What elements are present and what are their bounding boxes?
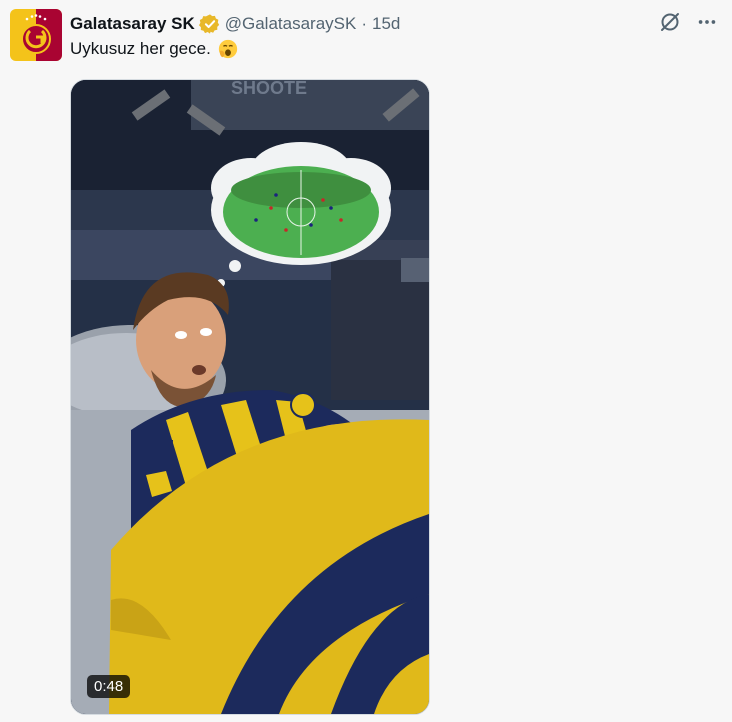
tweet-actions bbox=[658, 10, 718, 34]
separator-dot: · bbox=[361, 14, 368, 33]
tweet-text-content: Uykusuz her gece. bbox=[70, 39, 211, 58]
timestamp[interactable]: 15d bbox=[372, 14, 400, 34]
video-thumbnail: SHOOTE bbox=[71, 80, 429, 714]
wall-sign-text: SHOOTE bbox=[231, 80, 307, 98]
video-duration: 0:48 bbox=[87, 675, 131, 698]
display-name[interactable]: Galatasaray SK bbox=[70, 14, 195, 34]
more-options-icon[interactable] bbox=[696, 11, 718, 33]
galatasaray-logo bbox=[10, 9, 62, 61]
tweet-header: Galatasaray SK @GalatasaraySK · 15d bbox=[70, 12, 400, 36]
verified-badge-icon[interactable] bbox=[198, 13, 221, 35]
video-player[interactable]: SHOOTE 0:48 bbox=[70, 79, 430, 715]
user-handle[interactable]: @GalatasaraySK bbox=[225, 14, 357, 34]
yawning-face-icon bbox=[218, 39, 237, 59]
tweet-text: Uykusuz her gece. bbox=[70, 38, 239, 60]
avatar[interactable] bbox=[10, 9, 62, 61]
grok-icon[interactable] bbox=[658, 10, 682, 34]
